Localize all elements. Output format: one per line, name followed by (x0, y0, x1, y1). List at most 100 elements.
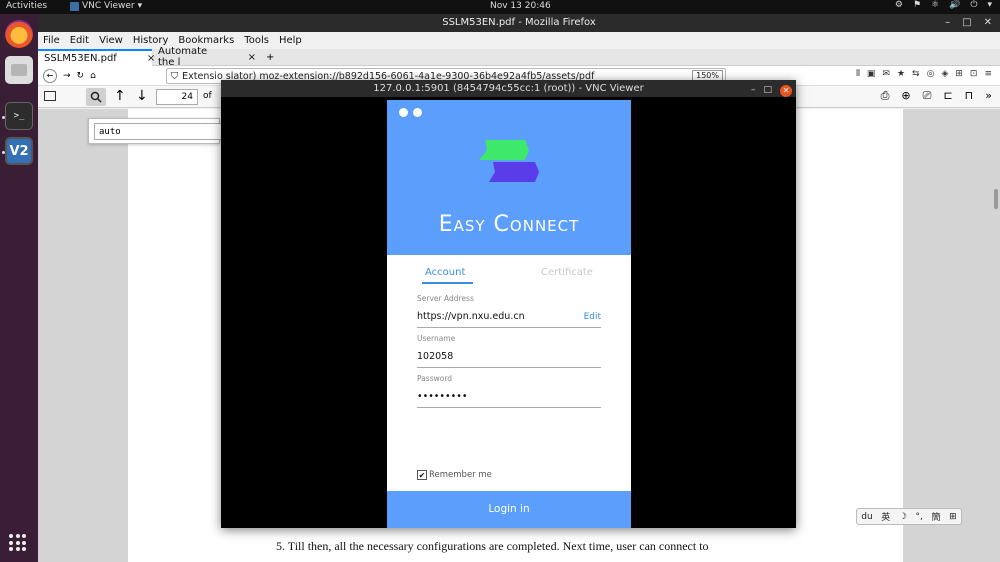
menu-edit[interactable]: Edit (70, 35, 89, 46)
reload-icon[interactable]: ↻ (77, 71, 85, 81)
new-tab-button[interactable]: + (262, 52, 274, 63)
star-icon[interactable]: ★ (897, 69, 905, 79)
terminal-icon[interactable]: >_ (5, 102, 33, 130)
reader-icon[interactable]: ▣ (867, 69, 876, 79)
punctuation-toggle[interactable]: °, (916, 512, 923, 522)
translate-icon[interactable]: ⇆ (912, 69, 920, 79)
power-icon[interactable]: ⏻ (970, 0, 977, 10)
active-tab-indicator (422, 282, 473, 284)
remember-me-checkbox[interactable]: ✔ (417, 470, 427, 480)
sidebar-toggle-icon[interactable] (44, 91, 56, 101)
files-icon[interactable] (5, 56, 33, 84)
edit-server-button[interactable]: Edit (584, 312, 601, 322)
username-field[interactable]: Username 102058 (417, 334, 601, 368)
remember-me[interactable]: ✔ Remember me (417, 470, 492, 480)
minimize-button[interactable]: – (751, 82, 756, 99)
search-icon[interactable] (86, 88, 106, 106)
volume-icon[interactable]: 🔊 (949, 0, 960, 10)
close-button[interactable]: ✕ (984, 14, 992, 32)
tab-pdf[interactable]: SSLM53EN.pdf × (38, 48, 155, 66)
chevron-down-icon: ▾ (137, 1, 143, 11)
ime-language-toggle[interactable]: 英 (881, 510, 890, 523)
username-input[interactable]: 102058 (417, 351, 601, 362)
menu-tools[interactable]: Tools (244, 35, 269, 46)
find-bar (88, 118, 222, 144)
server-address-label: Server Address (417, 294, 474, 303)
system-tray[interactable]: ⚙ ⚑ ⚛ 🔊 ⏻ ▾ (895, 0, 992, 10)
back-icon[interactable]: ← (43, 68, 57, 83)
home-icon[interactable]: ⌂ (90, 71, 96, 81)
vnc-viewer-icon[interactable]: V2 (5, 137, 33, 165)
hamburger-menu-icon[interactable]: ≡ (984, 69, 992, 79)
show-apps-icon[interactable] (9, 534, 27, 552)
extension-icon[interactable]: ◈ (941, 69, 948, 79)
minimize-button[interactable]: – (945, 14, 950, 32)
tab-label: Automate the l (158, 46, 208, 68)
toolbar-icons: ⫴ ▣ ✉ ★ ⇆ ◎ ◈ ⊞ ⊡ ≡ (856, 69, 992, 79)
scrollbar[interactable] (994, 189, 998, 209)
extension-icon[interactable]: ◎ (927, 69, 935, 79)
tab-account[interactable]: Account (425, 267, 465, 278)
server-address-value[interactable]: https://vpn.nxu.edu.cn (417, 311, 601, 322)
page-count-label: of (203, 91, 212, 101)
maximize-button[interactable]: □ (962, 14, 971, 32)
tray-icon-network[interactable]: ⚛ (931, 0, 939, 10)
grid-icon[interactable]: ⊞ (949, 512, 957, 522)
running-indicator (2, 151, 5, 154)
login-button[interactable]: Login in (387, 491, 631, 528)
moon-icon[interactable]: ☽ (899, 512, 907, 522)
firefox-icon[interactable] (5, 20, 33, 48)
app-menu[interactable]: VNC Viewer ▾ (70, 1, 142, 11)
ime-logo-icon[interactable]: du (861, 512, 872, 522)
activities-button[interactable]: Activities (6, 1, 47, 11)
maximize-button[interactable]: □ (763, 82, 772, 99)
previous-page-icon[interactable]: ↑ (114, 88, 126, 104)
simplified-toggle[interactable]: 簡 (931, 510, 940, 523)
library-icon[interactable]: ⫴ (856, 69, 860, 79)
menu-file[interactable]: File (43, 35, 60, 46)
tray-icon-flag[interactable]: ⚑ (913, 0, 921, 10)
find-input[interactable] (94, 123, 222, 140)
password-input[interactable]: ••••••••• (417, 391, 601, 402)
page-number-input[interactable]: 24 (156, 89, 198, 105)
bookmark-icon[interactable]: ⊓ (965, 89, 974, 103)
close-button[interactable]: ✕ (780, 84, 792, 97)
tray-icon-settings[interactable]: ⚙ (895, 0, 903, 10)
chevron-down-icon[interactable]: ▾ (987, 0, 992, 10)
presentation-icon[interactable]: ⎙ (881, 89, 890, 103)
tab-certificate[interactable]: Certificate (541, 267, 593, 278)
open-file-icon[interactable]: ⊕ (901, 89, 910, 103)
tab-label: SSLM53EN.pdf (44, 52, 117, 64)
ime-toolbar: du 英 ☽ °, 簡 ⊞ (856, 508, 962, 525)
screenshot-icon[interactable]: ⊡ (970, 69, 978, 79)
print-icon[interactable]: ⎚ (923, 89, 932, 103)
menu-bookmarks[interactable]: Bookmarks (178, 35, 234, 46)
vnc-window-title: 127.0.0.1:5901 (8454794c55cc:1 (root)) -… (373, 83, 644, 94)
menu-view[interactable]: View (99, 35, 123, 46)
shield-icon: ⛉ (171, 70, 179, 82)
close-icon[interactable]: × (248, 52, 256, 63)
app-menu-label: VNC Viewer (82, 1, 135, 11)
tab-automate[interactable]: Automate the l × (152, 46, 262, 68)
server-address-field[interactable]: Server Address https://vpn.nxu.edu.cn Ed… (417, 294, 601, 328)
more-tools-icon[interactable]: » (985, 89, 992, 103)
vnc-titlebar: 127.0.0.1:5901 (8454794c55cc:1 (root)) -… (221, 80, 796, 97)
dock: >_ V2 (0, 14, 38, 562)
menu-help[interactable]: Help (279, 35, 302, 46)
save-icon[interactable]: ⊏ (943, 89, 952, 103)
login-tabs: Account Certificate (387, 263, 631, 285)
next-page-icon[interactable]: ↓ (136, 88, 148, 104)
pdf-text-line: 5. Till then, all the necessary configur… (276, 539, 709, 553)
extension-icon[interactable]: ⊞ (955, 69, 963, 79)
app-brand-title: Easy Connect (438, 212, 580, 237)
window-title: SSLM53EN.pdf - Mozilla Firefox (442, 17, 596, 28)
firefox-titlebar: SSLM53EN.pdf - Mozilla Firefox – □ ✕ (38, 14, 1000, 32)
mail-icon[interactable]: ✉ (882, 69, 890, 79)
password-label: Password (417, 374, 453, 383)
easyconnect-app: Easy Connect Account Certificate Server … (387, 100, 631, 528)
menu-history[interactable]: History (133, 35, 169, 46)
forward-icon[interactable]: → (63, 71, 71, 81)
window-controls: – □ ✕ (945, 14, 992, 32)
clock[interactable]: Nov 13 20:46 (490, 1, 551, 11)
password-field[interactable]: Password ••••••••• (417, 374, 601, 408)
